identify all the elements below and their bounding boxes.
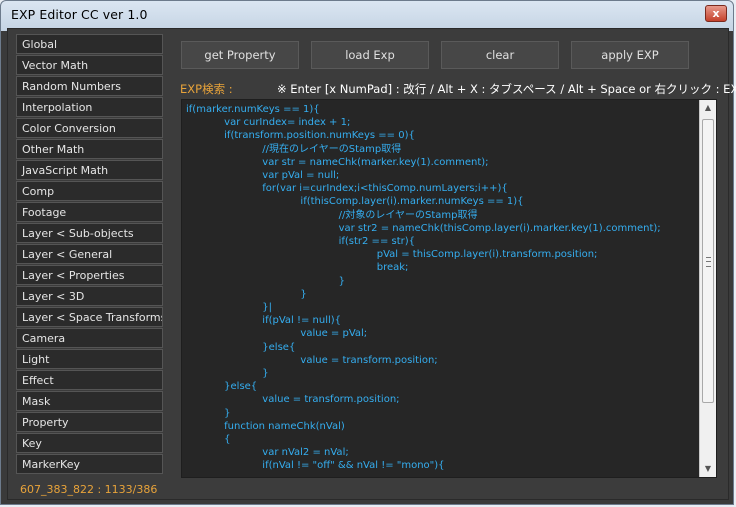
window-title: EXP Editor CC ver 1.0 (11, 7, 148, 22)
main-panel: Global Vector Math Random Numbers Interp… (7, 28, 736, 500)
scrollbar-thumb[interactable] (702, 119, 714, 403)
category-item-vector-math[interactable]: Vector Math (16, 55, 163, 75)
vertical-scrollbar[interactable]: ▲ ▼ (699, 100, 716, 477)
get-property-button[interactable]: get Property (181, 41, 299, 69)
category-item-javascript-math[interactable]: JavaScript Math (16, 160, 163, 180)
scroll-up-icon[interactable]: ▲ (700, 100, 716, 116)
scroll-down-icon[interactable]: ▼ (700, 461, 716, 477)
editor-window: EXP Editor CC ver 1.0 x Global Vector Ma… (0, 0, 736, 505)
category-item-key[interactable]: Key (16, 433, 163, 453)
category-item-markerkey[interactable]: MarkerKey (16, 454, 163, 474)
category-item-layer-space-transforms[interactable]: Layer < Space Transforms (16, 307, 163, 327)
exp-search-label: EXP検索 : (180, 82, 233, 96)
category-item-color-conversion[interactable]: Color Conversion (16, 118, 163, 138)
grip-icon (706, 257, 711, 267)
category-list: Global Vector Math Random Numbers Interp… (16, 34, 163, 475)
category-item-other-math[interactable]: Other Math (16, 139, 163, 159)
apply-exp-button[interactable]: apply EXP (571, 41, 689, 69)
category-item-random-numbers[interactable]: Random Numbers (16, 76, 163, 96)
category-item-layer-3d[interactable]: Layer < 3D (16, 286, 163, 306)
shortcut-hint: ※ Enter [x NumPad] : 改行 / Alt + X : タブスペ… (277, 82, 736, 96)
clear-button[interactable]: clear (441, 41, 559, 69)
code-text[interactable]: if(marker.numKeys == 1){ var curIndex= i… (186, 103, 696, 473)
title-bar[interactable]: EXP Editor CC ver 1.0 x (1, 1, 733, 29)
category-item-layer-properties[interactable]: Layer < Properties (16, 265, 163, 285)
close-icon: x (712, 7, 720, 20)
category-item-layer-sub-objects[interactable]: Layer < Sub-objects (16, 223, 163, 243)
category-item-global[interactable]: Global (16, 34, 163, 54)
load-exp-button[interactable]: load Exp (311, 41, 429, 69)
category-item-layer-general[interactable]: Layer < General (16, 244, 163, 264)
category-item-light[interactable]: Light (16, 349, 163, 369)
category-item-interpolation[interactable]: Interpolation (16, 97, 163, 117)
category-item-comp[interactable]: Comp (16, 181, 163, 201)
category-item-footage[interactable]: Footage (16, 202, 163, 222)
category-item-camera[interactable]: Camera (16, 328, 163, 348)
category-item-mask[interactable]: Mask (16, 391, 163, 411)
category-item-property[interactable]: Property (16, 412, 163, 432)
status-readout: 607_383_822 : 1133/386 (20, 483, 158, 496)
code-editor[interactable]: if(marker.numKeys == 1){ var curIndex= i… (181, 99, 717, 478)
category-item-effect[interactable]: Effect (16, 370, 163, 390)
close-button[interactable]: x (705, 5, 727, 22)
